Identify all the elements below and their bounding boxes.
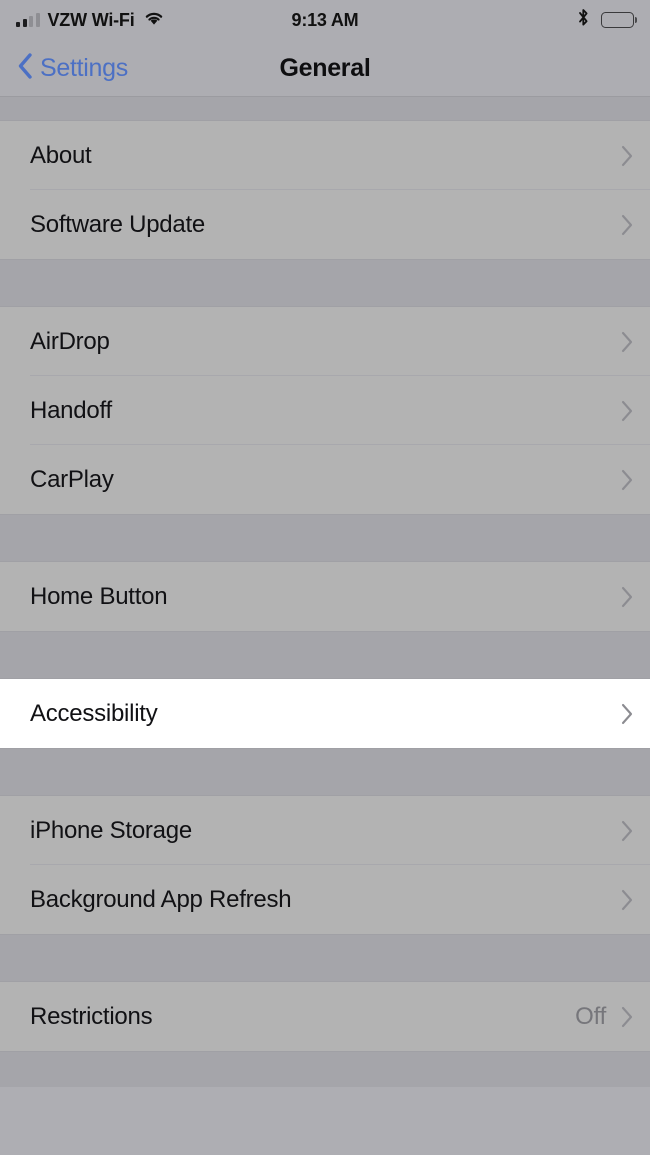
status-bar: VZW Wi-Fi 9:13 AM (0, 0, 650, 40)
settings-group: Accessibility (0, 678, 650, 749)
group-spacer (0, 515, 650, 561)
status-bar-left: VZW Wi-Fi (16, 10, 165, 31)
row-label: iPhone Storage (30, 816, 192, 844)
row-label: About (30, 141, 92, 169)
group-spacer (0, 632, 650, 678)
settings-group: Restrictions Off (0, 981, 650, 1052)
chevron-left-icon (16, 51, 34, 86)
group-spacer (0, 260, 650, 306)
row-label: Background App Refresh (30, 885, 292, 913)
settings-group: AirDrop Handoff CarPlay (0, 306, 650, 515)
navigation-bar: Settings General (0, 40, 650, 97)
back-button-label: Settings (40, 53, 128, 82)
chevron-right-icon (621, 1006, 633, 1027)
settings-row-handoff[interactable]: Handoff (0, 376, 650, 445)
settings-row-about[interactable]: About (0, 121, 650, 190)
chevron-right-icon (621, 703, 633, 724)
group-spacer (0, 1052, 650, 1087)
row-value: Off (575, 1002, 606, 1030)
group-spacer (0, 935, 650, 981)
row-label: Accessibility (30, 699, 158, 727)
settings-row-iphone-storage[interactable]: iPhone Storage (0, 796, 650, 865)
settings-row-restrictions[interactable]: Restrictions Off (0, 982, 650, 1051)
iphone-settings-screen: VZW Wi-Fi 9:13 AM Settings General About… (0, 0, 650, 1155)
row-label: AirDrop (30, 327, 110, 355)
chevron-right-icon (621, 331, 633, 352)
row-label: Home Button (30, 582, 168, 610)
cellular-signal-icon (16, 13, 40, 27)
chevron-right-icon (621, 400, 633, 421)
row-label: Software Update (30, 210, 206, 238)
status-bar-right (577, 8, 634, 32)
settings-group: Home Button (0, 561, 650, 632)
carrier-label: VZW Wi-Fi (47, 9, 135, 30)
clock-label: 9:13 AM (291, 9, 359, 30)
bluetooth-icon (577, 8, 590, 32)
settings-list: About Software Update AirDrop Handoff CarPla… (0, 97, 650, 1087)
chevron-right-icon (621, 469, 633, 490)
back-button[interactable]: Settings (0, 51, 128, 86)
settings-group: iPhone Storage Background App Refresh (0, 795, 650, 935)
group-spacer (0, 97, 650, 120)
chevron-right-icon (621, 145, 633, 166)
settings-group: About Software Update (0, 120, 650, 260)
chevron-right-icon (621, 586, 633, 607)
wifi-icon (143, 10, 165, 31)
settings-row-background-app-refresh[interactable]: Background App Refresh (0, 865, 650, 934)
battery-full-icon (601, 12, 634, 28)
row-label: CarPlay (30, 465, 114, 493)
chevron-right-icon (621, 820, 633, 841)
chevron-right-icon (621, 214, 633, 235)
settings-row-airdrop[interactable]: AirDrop (0, 307, 650, 376)
settings-row-carplay[interactable]: CarPlay (0, 445, 650, 514)
chevron-right-icon (621, 889, 633, 910)
settings-row-software-update[interactable]: Software Update (0, 190, 650, 259)
settings-row-home-button[interactable]: Home Button (0, 562, 650, 631)
settings-row-accessibility[interactable]: Accessibility (0, 679, 650, 748)
group-spacer (0, 749, 650, 795)
row-label: Restrictions (30, 1002, 153, 1030)
row-label: Handoff (30, 396, 112, 424)
